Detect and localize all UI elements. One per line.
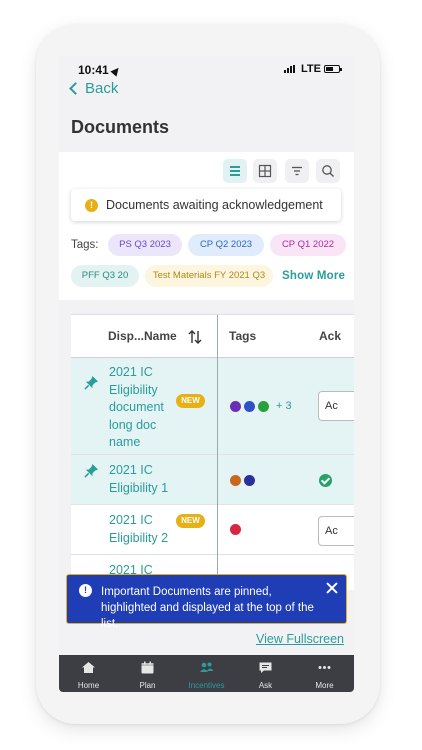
location-icon: [110, 65, 122, 77]
view-fullscreen-link[interactable]: View Fullscreen: [256, 632, 344, 646]
tag-dot: [230, 401, 241, 412]
pin-icon: [84, 463, 99, 478]
tag-chip[interactable]: PS Q3 2023: [108, 234, 182, 256]
acknowledgement-alert[interactable]: ! Documents awaiting acknowledgement: [71, 189, 341, 221]
document-name[interactable]: 2021 IC Eligibility 1: [109, 462, 177, 497]
incentives-icon: [200, 662, 214, 672]
tab-label: More: [315, 681, 334, 690]
tab-plan[interactable]: Plan: [118, 655, 177, 692]
back-button[interactable]: Back: [69, 80, 119, 97]
tab-label: Incentives: [188, 681, 225, 690]
warning-icon: !: [85, 198, 98, 212]
search-icon: [322, 165, 334, 177]
status-time: 10:41: [78, 63, 122, 77]
grid-view-icon: [258, 164, 272, 178]
tag-dot: [244, 475, 255, 486]
tag-dot: [230, 475, 241, 486]
tab-label: Ask: [258, 681, 273, 690]
app-screen: 10:41 LTE Back Documents ! Documents awa…: [59, 56, 354, 692]
toast-text: Important Documents are pinned, highligh…: [101, 586, 314, 630]
grid-view-button[interactable]: [253, 159, 277, 183]
new-badge: NEW: [176, 514, 205, 528]
tab-incentives[interactable]: Incentives: [177, 655, 236, 692]
filter-icon: [292, 166, 302, 176]
column-header-ack[interactable]: Ack: [308, 315, 354, 358]
acknowledge-button[interactable]: Ac: [318, 516, 354, 546]
search-button[interactable]: [316, 159, 340, 183]
tab-more[interactable]: More: [295, 655, 354, 692]
tag-chip[interactable]: PFF Q3 20: [71, 265, 139, 287]
list-view-button[interactable]: [223, 159, 247, 183]
sort-icon[interactable]: [187, 329, 203, 345]
tag-dot: [258, 401, 269, 412]
pin-icon: [84, 375, 99, 390]
column-divider: [217, 315, 218, 590]
tab-label: Plan: [139, 681, 156, 690]
list-view-icon: [230, 166, 240, 176]
column-header-tags[interactable]: Tags: [218, 315, 308, 358]
network-label: LTE: [301, 63, 321, 75]
calendar-icon: [141, 661, 154, 674]
close-icon[interactable]: [325, 581, 339, 595]
tag-dot: [244, 401, 255, 412]
tab-label: Home: [77, 681, 100, 690]
tag-chip[interactable]: CP Q1 2022: [270, 234, 346, 256]
acknowledge-button[interactable]: Ac: [318, 391, 354, 421]
back-label: Back: [85, 80, 119, 97]
tag-chip[interactable]: CP Q2 2023: [188, 234, 264, 256]
battery-icon: [324, 65, 342, 73]
more-tags-count[interactable]: + 3: [276, 400, 292, 412]
chat-icon: [259, 662, 272, 673]
tag-dot: [230, 524, 241, 535]
documents-table: Disp...Name Tags Ack 2021 IC Eligibility…: [71, 314, 354, 590]
tag-chip[interactable]: Test Materials FY 2021 Q3: [145, 265, 273, 287]
document-name[interactable]: 2021 IC Eligibility document long doc na…: [109, 364, 177, 452]
filter-button[interactable]: [285, 159, 309, 183]
more-icon: [318, 666, 331, 669]
tags-label: Tags:: [71, 239, 99, 251]
new-badge: NEW: [176, 394, 205, 408]
document-name[interactable]: 2021 IC Eligibility 2: [109, 512, 177, 547]
table-row[interactable]: 2021 IC Eligibility 1: [71, 455, 354, 505]
bottom-tab-bar: Home Plan Incentives Ask More: [59, 655, 354, 692]
tab-ask[interactable]: Ask: [236, 655, 295, 692]
acknowledged-check-icon: [319, 474, 332, 487]
status-bar: 10:41 LTE: [59, 56, 354, 82]
signal-icon: [284, 65, 298, 73]
home-icon: [82, 662, 95, 673]
pinned-info-toast: ! Important Documents are pinned, highli…: [66, 574, 347, 630]
page-title: Documents: [71, 117, 170, 137]
show-more-link[interactable]: Show More: [282, 270, 345, 282]
chevron-left-icon: [69, 82, 82, 95]
table-row[interactable]: 2021 IC Eligibility 2 NEW Ac: [71, 505, 354, 555]
alert-text: Documents awaiting acknowledgement: [106, 198, 323, 212]
tab-home[interactable]: Home: [59, 655, 118, 692]
info-icon: !: [79, 584, 92, 597]
table-row[interactable]: 2021 IC Eligibility document long doc na…: [71, 358, 354, 455]
